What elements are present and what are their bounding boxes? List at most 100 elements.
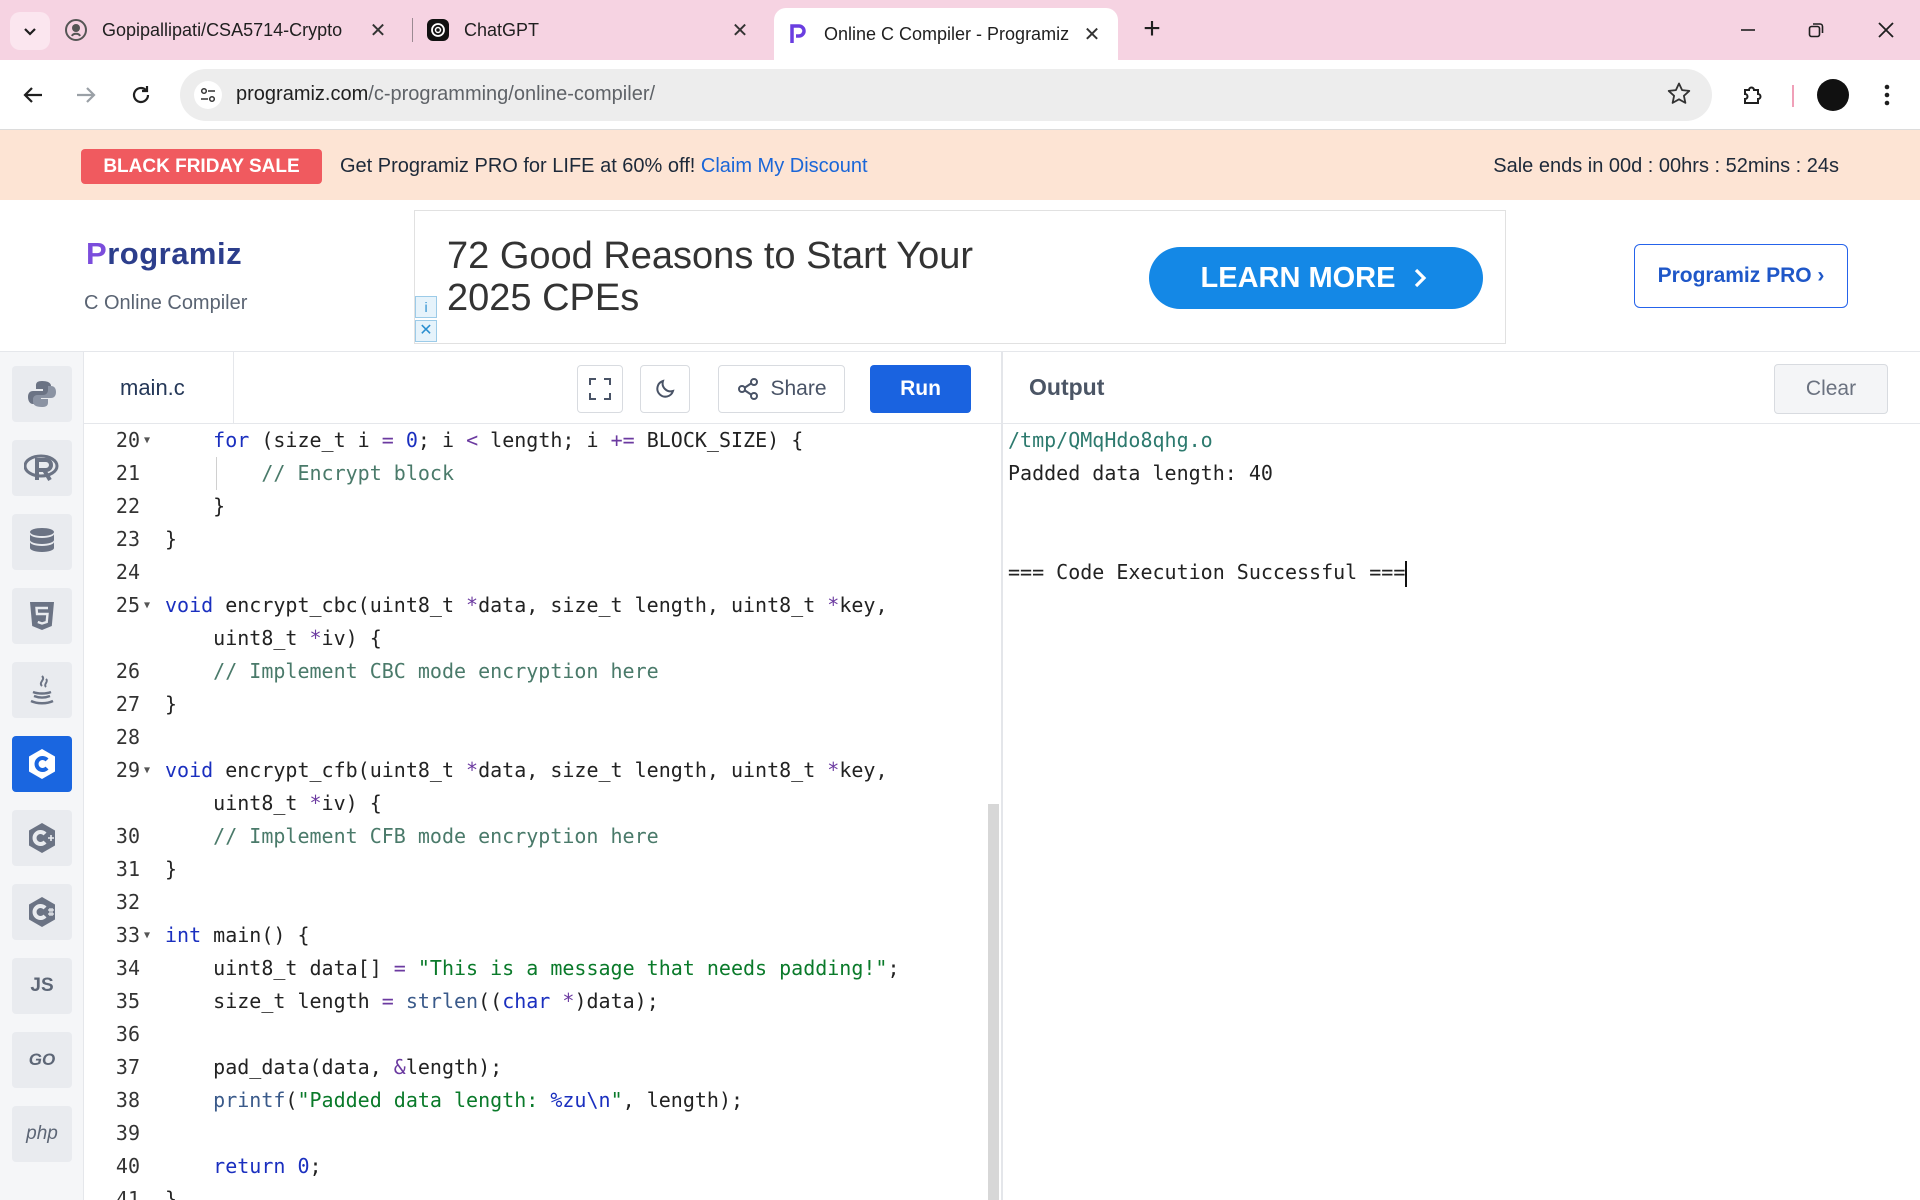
code-line: 24 xyxy=(84,556,984,589)
fullscreen-button[interactable] xyxy=(577,365,623,413)
programiz-logo[interactable]: Programiz xyxy=(86,236,242,272)
openai-icon xyxy=(426,18,450,42)
url-text[interactable]: programiz.com/c-programming/online-compi… xyxy=(236,83,655,106)
lang-cpp[interactable] xyxy=(12,810,72,866)
code-line: uint8_t *iv) { xyxy=(84,622,984,655)
site-header: Programiz C Online Compiler 72 Good Reas… xyxy=(0,200,1920,352)
tab-separator xyxy=(412,18,413,42)
restore-button[interactable] xyxy=(1796,10,1836,50)
page-subtitle: C Online Compiler xyxy=(84,292,248,314)
code-text: size_t length = strlen((char *)data); xyxy=(165,989,659,1013)
code-line: 31} xyxy=(84,853,984,886)
back-button[interactable] xyxy=(13,75,53,115)
dark-mode-button[interactable] xyxy=(640,365,690,413)
line-number: 35 xyxy=(115,989,140,1013)
tab-title: Online C Compiler - Programiz xyxy=(824,23,1070,44)
fold-arrow-icon[interactable]: ▼ xyxy=(144,754,150,787)
close-tab-icon[interactable]: ✕ xyxy=(728,18,752,42)
close-tab-icon[interactable]: ✕ xyxy=(1080,22,1104,46)
tab-title: ChatGPT xyxy=(464,19,540,40)
line-number: 33 xyxy=(115,923,140,947)
new-tab-button[interactable]: + xyxy=(1136,14,1168,46)
claim-discount-link[interactable]: Claim My Discount xyxy=(701,155,868,177)
pane-divider[interactable] xyxy=(1001,352,1003,1200)
code-text: void encrypt_cbc(uint8_t *data, size_t l… xyxy=(165,593,888,617)
scrollbar-thumb[interactable] xyxy=(988,804,999,1200)
line-number: 39 xyxy=(115,1121,140,1145)
learn-more-button[interactable]: LEARN MORE xyxy=(1149,247,1483,309)
code-text: } xyxy=(165,692,178,716)
code-line: uint8_t *iv) { xyxy=(84,787,984,820)
browser-menu-button[interactable] xyxy=(1867,75,1907,115)
minimize-icon xyxy=(1741,29,1755,31)
lang-csharp[interactable] xyxy=(12,884,72,940)
reload-button[interactable] xyxy=(121,75,161,115)
bookmark-star-icon[interactable] xyxy=(1666,81,1692,112)
lang-python[interactable] xyxy=(12,366,72,422)
tab-search-button[interactable] xyxy=(10,12,50,50)
line-number: 24 xyxy=(115,560,140,584)
code-editor[interactable]: 20 ▼ for (size_t i = 0; i < length; i += … xyxy=(84,424,1001,1200)
ad-info-icon[interactable]: i xyxy=(415,296,437,318)
code-line: 35 size_t length = strlen((char *)data); xyxy=(84,985,984,1018)
programiz-pro-button[interactable]: Programiz PRO › xyxy=(1634,244,1848,308)
code-line: 27} xyxy=(84,688,984,721)
puzzle-icon xyxy=(1744,86,1762,104)
line-number: 37 xyxy=(115,1055,140,1079)
forward-button[interactable] xyxy=(66,75,106,115)
editor-scrollbar[interactable] xyxy=(985,424,1001,1200)
browser-tab-programiz[interactable]: Online C Compiler - Programiz ✕ xyxy=(774,8,1118,60)
editor-toolbar: main.c Share Run xyxy=(84,352,1001,424)
browser-tab-chatgpt[interactable]: ChatGPT ✕ xyxy=(426,0,766,60)
file-tab[interactable]: main.c xyxy=(84,352,234,424)
site-settings-icon[interactable] xyxy=(194,81,222,109)
line-number: 31 xyxy=(115,857,140,881)
code-text: } xyxy=(165,1187,178,1200)
fold-arrow-icon[interactable]: ▼ xyxy=(144,919,150,952)
lang-html[interactable] xyxy=(12,588,72,644)
code-line: 20 ▼ for (size_t i = 0; i < length; i += … xyxy=(84,424,984,457)
minimize-button[interactable] xyxy=(1728,10,1768,50)
profile-avatar[interactable] xyxy=(1817,79,1849,111)
lang-r[interactable] xyxy=(12,440,72,496)
lang-c[interactable] xyxy=(12,736,72,792)
lang-php[interactable]: php xyxy=(12,1106,72,1162)
run-button[interactable]: Run xyxy=(870,365,971,413)
code-line: 37 pad_data(data, &length); xyxy=(84,1051,984,1084)
arrow-left-icon xyxy=(23,87,42,103)
close-tab-icon[interactable]: ✕ xyxy=(366,18,390,42)
advertisement[interactable]: 72 Good Reasons to Start Your 2025 CPEs … xyxy=(414,210,1506,344)
lang-sql[interactable] xyxy=(12,514,72,570)
fold-arrow-icon[interactable]: ▼ xyxy=(144,424,150,457)
code-line: 33 ▼ int main() { xyxy=(84,919,984,952)
clear-button[interactable]: Clear xyxy=(1774,364,1888,414)
arrow-right-icon xyxy=(77,87,96,103)
code-text: } xyxy=(165,494,226,518)
lang-go[interactable]: GO xyxy=(12,1032,72,1088)
address-bar[interactable]: programiz.com/c-programming/online-compi… xyxy=(180,69,1712,121)
line-number: 32 xyxy=(115,890,140,914)
close-window-button[interactable] xyxy=(1866,10,1906,50)
indent-guide xyxy=(216,457,217,490)
lang-javascript[interactable]: JS xyxy=(12,958,72,1014)
url-host: programiz.com xyxy=(236,83,369,105)
promo-text: Get Programiz PRO for LIFE at 60% off! xyxy=(340,155,696,177)
extensions-button[interactable] xyxy=(1733,75,1773,115)
code-text: pad_data(data, &length); xyxy=(165,1055,503,1079)
share-button[interactable]: Share xyxy=(718,365,845,413)
share-icon xyxy=(738,378,759,400)
line-number: 22 xyxy=(115,494,140,518)
sale-countdown: Sale ends in 00d : 00hrs : 52mins : 24s xyxy=(1493,155,1839,177)
browser-tab-github[interactable]: Gopipallipati/CSA5714-Crypto ✕ xyxy=(64,0,404,60)
code-text: uint8_t *iv) { xyxy=(165,791,382,815)
ad-close-icon[interactable]: ✕ xyxy=(415,320,437,342)
expand-icon xyxy=(589,378,611,400)
r-icon xyxy=(24,454,59,482)
programiz-icon xyxy=(786,22,810,46)
code-line: 21 // Encrypt block xyxy=(84,457,984,490)
fold-arrow-icon[interactable]: ▼ xyxy=(144,589,150,622)
code-line: 38 printf("Padded data length: %zu\n", l… xyxy=(84,1084,984,1117)
browser-tabstrip: Gopipallipati/CSA5714-Crypto ✕ ChatGPT ✕… xyxy=(0,0,1920,60)
tab-title: Gopipallipati/CSA5714-Crypto xyxy=(102,19,343,40)
lang-java[interactable] xyxy=(12,662,72,718)
